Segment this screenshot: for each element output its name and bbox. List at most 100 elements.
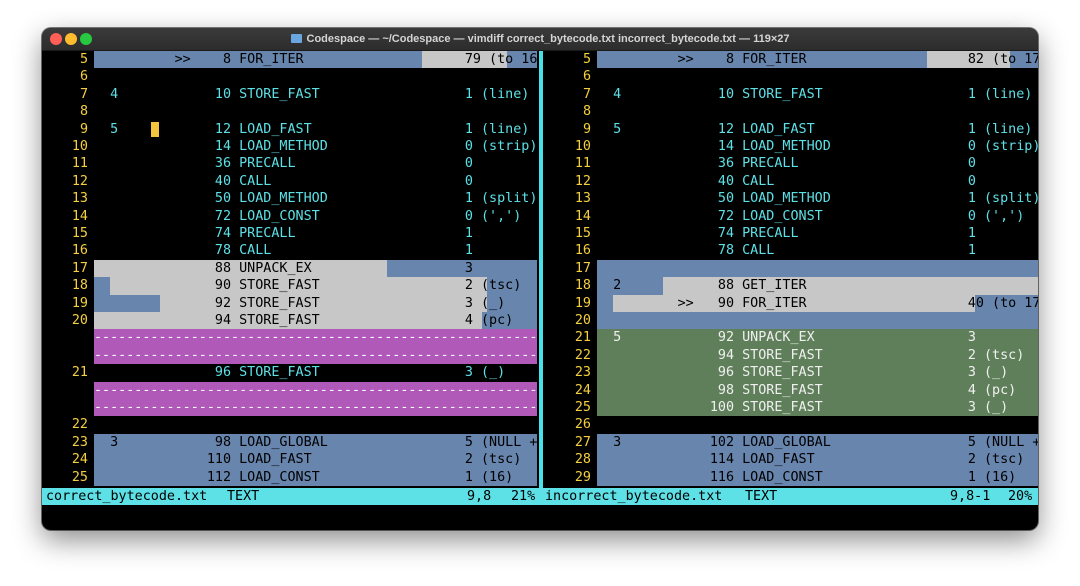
line-number: 20 [574, 313, 591, 328]
code-text: 14 LOAD_METHOD 0 (strip) [94, 139, 537, 154]
line-number [60, 399, 88, 416]
right-file-name: incorrect_bytecode.txt [545, 489, 723, 504]
diff-line[interactable]: 6 [545, 68, 1038, 85]
code-text: 5 92 UNPACK_EX 3 [597, 330, 976, 346]
line-number: 13 [71, 191, 88, 207]
diff-line[interactable]: 8 [42, 103, 537, 120]
diff-line[interactable]: 16 78 CALL 1 [545, 242, 1038, 259]
diff-line[interactable]: 12 40 CALL 0 [42, 173, 537, 190]
diff-line[interactable]: 12 40 CALL 0 [545, 173, 1038, 190]
code-text: 110 LOAD_FAST 2 (tsc) [94, 452, 522, 468]
diff-line[interactable]: 18 90 STORE_FAST 2 (tsc) [42, 277, 537, 295]
diff-line[interactable]: 14 72 LOAD_CONST 0 (',') [42, 208, 537, 225]
diff-line[interactable]: 25 100 STORE_FAST 3 (_) [545, 399, 1038, 417]
diff-line[interactable]: 10 14 LOAD_METHOD 0 (strip) [545, 138, 1038, 155]
diff-line[interactable]: 9 5 12 LOAD_FAST 1 (line) [42, 121, 537, 138]
line-number: 10 [71, 139, 88, 154]
diff-line[interactable]: 17 [545, 259, 1038, 278]
diff-line[interactable]: 26 [545, 416, 1038, 433]
line-number: 20 [71, 313, 88, 328]
diff-line[interactable]: 20 94 STORE_FAST 4 (pc) [42, 312, 537, 330]
pane-separator[interactable] [537, 51, 545, 488]
code-text: 116 LOAD_CONST 1 (16) [597, 469, 1017, 485]
diff-line[interactable]: 20 [545, 312, 1038, 330]
diff-line[interactable]: 17 88 UNPACK_EX 3 [42, 259, 537, 278]
diff-line[interactable]: 24 98 STORE_FAST 4 (pc) [545, 381, 1038, 399]
diff-line[interactable]: 8 [545, 103, 1038, 120]
code-text: 4 10 STORE_FAST 1 (line) [94, 86, 530, 102]
code-text: 72 LOAD_CONST 0 (',') [597, 208, 1025, 224]
line-number: 7 [79, 86, 88, 102]
diff-line[interactable]: 5 >> 8 FOR_ITER 79 (to 168) [42, 51, 537, 69]
diff-line[interactable]: 27 3 102 LOAD_GLOBAL 5 (NULL + in [545, 433, 1038, 452]
diff-line[interactable]: 10 14 LOAD_METHOD 0 (strip) [42, 138, 537, 155]
left-cursor-position: 9,8 [467, 489, 492, 504]
diff-line[interactable]: 15 74 PRECALL 1 [42, 225, 537, 242]
code-text: 114 LOAD_FAST 2 (tsc) [597, 452, 1025, 468]
code-text: 98 STORE_FAST 4 (pc) [597, 382, 1017, 398]
diff-line[interactable]: 13 50 LOAD_METHOD 1 (split) [545, 190, 1038, 207]
diff-line[interactable]: 24 110 LOAD_FAST 2 (tsc) [42, 451, 537, 469]
code-text: 78 CALL 1 [597, 243, 976, 259]
line-number [60, 382, 88, 399]
right-diff-pane[interactable]: 5 >> 8 FOR_ITER 82 (to 174) 6 7 4 10 STORE… [545, 51, 1038, 488]
diff-line[interactable]: 29 116 LOAD_CONST 1 (16) [545, 468, 1038, 486]
diff-line[interactable]: 7 4 10 STORE_FAST 1 (line) [545, 86, 1038, 103]
diff-line[interactable]: 11 36 PRECALL 0 [545, 155, 1038, 172]
line-number: 19 [71, 295, 88, 311]
diff-line[interactable]: 19 92 STORE_FAST 3 (_) [42, 294, 537, 312]
diff-line[interactable]: 22 [42, 416, 537, 433]
left-diff-pane[interactable]: 5 >> 8 FOR_ITER 79 (to 168) 6 7 4 10 STORE… [42, 51, 537, 488]
diff-line[interactable]: 7 4 10 STORE_FAST 1 (line) [42, 86, 537, 103]
window-title: Codespace — ~/Codespace — vimdiff correc… [306, 33, 790, 45]
diff-line[interactable]: 11 36 PRECALL 0 [42, 155, 537, 172]
code-text: 72 LOAD_CONST 0 (',') [94, 208, 522, 224]
terminal-content[interactable]: 5 >> 8 FOR_ITER 79 (to 168) 6 7 4 10 STORE… [42, 51, 1038, 530]
line-number: 16 [574, 243, 591, 259]
diff-line[interactable]: 21 5 92 UNPACK_EX 3 [545, 329, 1038, 347]
code-text: 88 UNPACK_EX 3 [94, 260, 473, 276]
line-number: 29 [574, 469, 591, 485]
line-number: 27 [574, 434, 591, 450]
diff-line[interactable]: 23 96 STORE_FAST 3 (_) [545, 364, 1038, 382]
diff-line[interactable]: 13 50 LOAD_METHOD 1 (split) [42, 190, 537, 207]
diff-line[interactable]: 21 96 STORE_FAST 3 (_) [42, 364, 537, 381]
diff-line[interactable]: 9 5 12 LOAD_FAST 1 (line) [545, 121, 1038, 138]
diff-highlight [597, 312, 1038, 330]
diff-line[interactable]: 18 2 88 GET_ITER [545, 277, 1038, 295]
diff-line[interactable]: 23 3 98 LOAD_GLOBAL 5 (NULL + in [42, 433, 537, 452]
diff-line[interactable]: ----------------------------------------… [42, 399, 537, 417]
line-number: 24 [71, 452, 88, 468]
diff-line[interactable]: 19 >> 90 FOR_ITER 40 (to 172) [545, 294, 1038, 312]
folder-icon [290, 34, 302, 43]
line-number [60, 347, 88, 364]
line-number: 22 [71, 417, 88, 433]
line-number: 21 [71, 365, 88, 381]
diff-line[interactable]: 15 74 PRECALL 1 [545, 225, 1038, 242]
code-text: ----------------------------------------… [94, 400, 537, 415]
line-number: 15 [71, 226, 88, 241]
diff-line[interactable]: 16 78 CALL 1 [42, 242, 537, 259]
code-text: 74 PRECALL 1 [94, 226, 473, 241]
line-number: 8 [79, 104, 88, 120]
line-number: 25 [71, 469, 88, 485]
diff-line[interactable]: 14 72 LOAD_CONST 0 (',') [545, 208, 1038, 225]
diff-line[interactable]: 28 114 LOAD_FAST 2 (tsc) [545, 451, 1038, 469]
left-file-type: TEXT [227, 489, 260, 504]
diff-line[interactable]: 6 [42, 68, 537, 85]
diff-line[interactable]: ----------------------------------------… [42, 329, 537, 347]
diff-line[interactable]: 5 >> 8 FOR_ITER 82 (to 174) [545, 51, 1038, 69]
code-text: 36 PRECALL 0 [597, 156, 976, 172]
line-number: 26 [574, 417, 591, 433]
line-number: 18 [574, 278, 591, 294]
diff-line[interactable]: ----------------------------------------… [42, 381, 537, 399]
diff-line[interactable]: ----------------------------------------… [42, 346, 537, 365]
code-text: 14 LOAD_METHOD 0 (strip) [597, 139, 1038, 154]
code-text: 90 STORE_FAST 2 (tsc) [94, 278, 522, 294]
diff-line[interactable]: 22 94 STORE_FAST 2 (tsc) [545, 346, 1038, 365]
window-title-wrap: Codespace — ~/Codespace — vimdiff correc… [42, 28, 1038, 50]
diff-line[interactable]: 25 112 LOAD_CONST 1 (16) [42, 468, 537, 486]
line-number: 19 [574, 295, 591, 311]
line-number: 10 [574, 139, 591, 154]
line-number: 11 [71, 156, 88, 172]
